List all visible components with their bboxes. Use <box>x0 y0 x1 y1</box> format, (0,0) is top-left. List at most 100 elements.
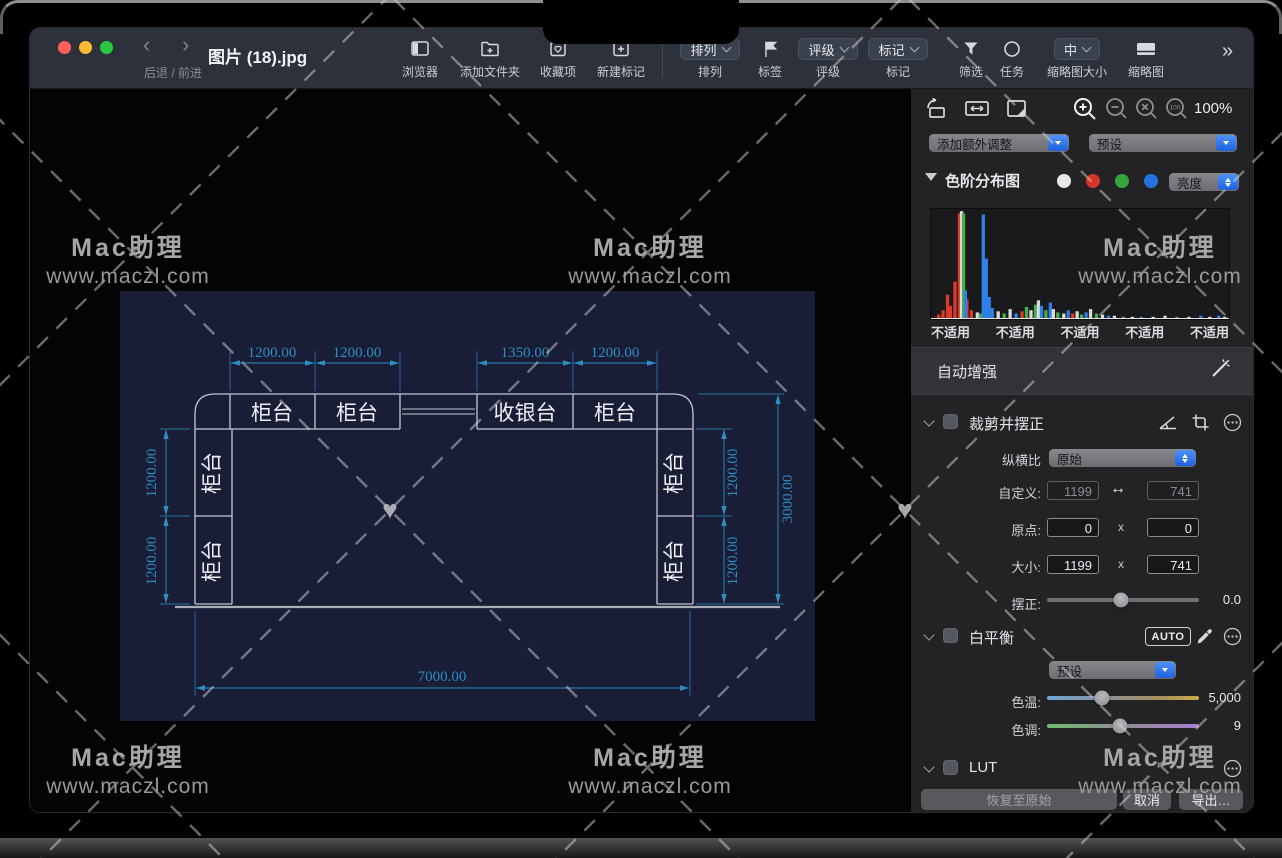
straighten-value: 0.0 <box>1197 592 1241 607</box>
thumbnail-size-button[interactable]: 中 缩略图大小 <box>1032 36 1122 82</box>
disclosure-triangle-icon[interactable] <box>925 173 937 181</box>
screen-bottom-strip <box>0 838 1282 858</box>
ellipsis-circle-icon[interactable] <box>1221 757 1243 779</box>
chevron-down-icon[interactable] <box>923 629 934 640</box>
zoom-in-button[interactable] <box>1071 95 1099 123</box>
tag-button[interactable]: 标记 标记 <box>863 36 933 82</box>
times-label: x <box>1118 520 1124 534</box>
chevron-down-icon <box>909 43 919 53</box>
custom-width-field[interactable]: 1199 <box>1047 481 1099 500</box>
origin-label: 原点: <box>921 520 1041 539</box>
chevron-down-icon[interactable] <box>923 415 934 426</box>
auto-enhance-row[interactable]: 自动增强 <box>911 347 1253 395</box>
svg-text:收银台: 收银台 <box>494 402 557 425</box>
back-forward-label: 后退 / 前进 <box>128 64 218 81</box>
svg-text:1200.00: 1200.00 <box>333 345 382 361</box>
tint-value: 9 <box>1197 718 1241 733</box>
crop-rotate-button[interactable] <box>1003 97 1031 121</box>
link-dimensions-icon[interactable]: ↔ <box>1110 480 1126 498</box>
channel-white-button[interactable] <box>1057 174 1071 188</box>
camera-notch <box>543 0 739 44</box>
angle-icon[interactable] <box>1157 411 1179 433</box>
thumbnail-button[interactable]: 缩略图 <box>1116 36 1176 82</box>
svg-text:柜台: 柜台 <box>336 402 378 425</box>
circle-icon <box>987 36 1037 62</box>
lut-checkbox[interactable] <box>943 760 958 775</box>
eyedropper-icon[interactable] <box>1193 625 1215 647</box>
flag-icon <box>745 36 795 62</box>
forward-button[interactable]: › <box>182 34 189 56</box>
svg-text:柜台: 柜台 <box>663 540 686 582</box>
svg-text:1350.00: 1350.00 <box>501 345 550 361</box>
export-button[interactable]: 导出… <box>1179 789 1243 810</box>
cancel-button[interactable]: 取消 <box>1123 789 1171 810</box>
size-label: 大小: <box>921 557 1041 576</box>
zoom-reset-button[interactable] <box>1133 95 1161 123</box>
task-button[interactable]: 任务 <box>987 36 1037 82</box>
flip-horizontal-button[interactable] <box>963 97 991 121</box>
add-folder-icon <box>450 36 530 62</box>
svg-text:柜台: 柜台 <box>201 540 224 582</box>
auto-white-balance-button[interactable]: AUTO <box>1145 627 1191 646</box>
macbook-screen: ‹ › 后退 / 前进 图片 (18).jpg 浏览器 <box>0 0 1282 858</box>
histogram-plot <box>931 209 1229 319</box>
crop-section-header: 裁剪并摆正 <box>911 409 1253 435</box>
image-viewer[interactable]: 1200.00 1200.00 1350.00 1200.00 1200.00 … <box>30 89 910 812</box>
histogram-na-row: 不适用 不适用 不适用 不适用 不适用 <box>931 322 1229 341</box>
zoom-out-button[interactable] <box>1103 95 1131 123</box>
rating-button[interactable]: 评级 评级 <box>793 36 863 82</box>
svg-text:1200.00: 1200.00 <box>144 537 160 586</box>
temperature-label: 色温: <box>921 692 1041 711</box>
cad-floor-plan-image: 1200.00 1200.00 1350.00 1200.00 1200.00 … <box>120 291 815 721</box>
ellipsis-circle-icon[interactable] <box>1221 625 1243 647</box>
histogram-baseline <box>931 318 1229 320</box>
svg-text:7000.00: 7000.00 <box>418 669 467 685</box>
preset-select[interactable]: 预设 <box>1089 134 1237 152</box>
chevron-down-icon <box>721 43 731 53</box>
chevron-down-icon <box>1155 662 1175 678</box>
histogram-channel-select[interactable]: 亮度 <box>1169 173 1239 191</box>
browser-button[interactable]: 浏览器 <box>390 36 450 82</box>
svg-text:1200.00: 1200.00 <box>591 345 640 361</box>
temperature-slider[interactable] <box>1047 696 1199 700</box>
zoom-window-button[interactable] <box>100 41 113 54</box>
size-height-field[interactable]: 741 <box>1147 555 1199 574</box>
minimize-window-button[interactable] <box>79 41 92 54</box>
channel-green-button[interactable] <box>1115 174 1129 188</box>
origin-y-field[interactable]: 0 <box>1147 518 1199 537</box>
straighten-slider[interactable] <box>1047 598 1199 602</box>
crop-icon[interactable] <box>1189 411 1211 433</box>
crop-enable-checkbox[interactable] <box>943 414 958 429</box>
close-window-button[interactable] <box>58 41 71 54</box>
white-balance-checkbox[interactable] <box>943 628 958 643</box>
size-width-field[interactable]: 1199 <box>1047 555 1099 574</box>
slider-thumb[interactable] <box>1112 718 1127 733</box>
aspect-ratio-select[interactable]: 原始 <box>1049 449 1196 467</box>
add-adjustment-select[interactable]: 添加额外调整 <box>929 134 1069 152</box>
white-balance-preset-select[interactable]: 预设 <box>1049 661 1176 679</box>
add-folder-button[interactable]: 添加文件夹 <box>450 36 530 82</box>
origin-x-field[interactable]: 0 <box>1047 518 1099 537</box>
ellipsis-circle-icon[interactable] <box>1221 411 1243 433</box>
custom-height-field[interactable]: 741 <box>1147 481 1199 500</box>
tint-slider[interactable] <box>1047 724 1199 728</box>
tint-label: 色调: <box>921 720 1041 739</box>
svg-text:柜台: 柜台 <box>251 402 293 425</box>
channel-red-button[interactable] <box>1086 174 1100 188</box>
chevron-down-icon[interactable] <box>923 761 934 772</box>
channel-blue-button[interactable] <box>1144 174 1158 188</box>
stepper-icon <box>1218 174 1238 190</box>
slider-thumb[interactable] <box>1114 592 1129 607</box>
counter-walls <box>195 394 693 604</box>
zoom-100-button[interactable]: 100 <box>1163 95 1191 123</box>
rotate-button[interactable] <box>923 97 951 121</box>
more-toolbar-items-button[interactable]: » <box>1222 40 1233 63</box>
flag-button[interactable]: 标签 <box>745 36 795 82</box>
back-button[interactable]: ‹ <box>143 34 150 56</box>
zoom-level-value: 100% <box>1194 100 1232 117</box>
restore-original-button[interactable]: 恢复至原始 <box>921 789 1117 810</box>
chevron-down-icon <box>839 43 849 53</box>
dimension-labels: 1200.00 1200.00 1350.00 1200.00 1200.00 … <box>144 345 796 685</box>
slider-thumb[interactable] <box>1094 690 1109 705</box>
thumbnail-icon <box>1116 36 1176 62</box>
